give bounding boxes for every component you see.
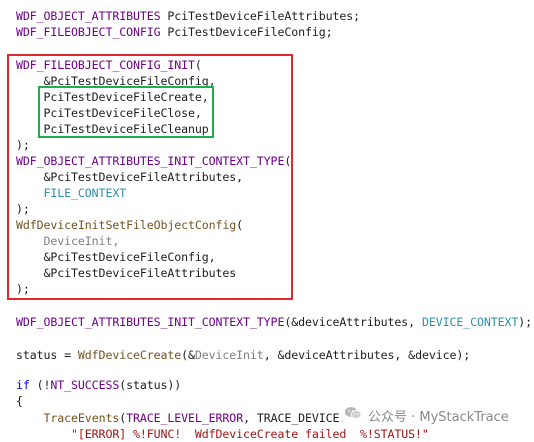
code-token: (status))	[119, 378, 182, 392]
wechat-icon	[344, 406, 362, 424]
code-token: (!	[29, 378, 51, 392]
highlight-box-inner	[38, 86, 214, 138]
type-token: DEVICE_CONTEXT	[421, 315, 519, 329]
code-line-20: if (!NT_SUCCESS(status))	[16, 377, 181, 393]
code-line-21: {	[16, 394, 23, 408]
macro-token: NT_SUCCESS	[50, 378, 120, 392]
parameter-token: DeviceInit	[194, 348, 264, 362]
code-token: (&	[181, 348, 195, 362]
function-token: TraceEvents	[43, 411, 120, 425]
code-token: PciTestDeviceFileConfig;	[160, 25, 333, 39]
keyword-token: if	[16, 378, 30, 392]
code-token: );	[518, 315, 533, 329]
code-token: status =	[16, 348, 78, 362]
watermark: 公众号 · MyStackTrace	[340, 405, 513, 425]
code-token: , TRACE_DEVICE,	[243, 411, 347, 425]
watermark-text: 公众号 · MyStackTrace	[368, 409, 509, 425]
code-line-23: "[ERROR] %!FUNC! WdfDeviceCreate failed …	[16, 427, 429, 441]
code-token: (&deviceAttributes,	[284, 315, 422, 329]
code-line-2: WDF_FILEOBJECT_CONFIG PciTestDeviceFileC…	[16, 24, 333, 40]
code-line-18: WDF_OBJECT_ATTRIBUTES_INIT_CONTEXT_TYPE(…	[16, 314, 532, 330]
macro-token: WDF_OBJECT_ATTRIBUTES	[16, 9, 161, 23]
code-token: PciTestDeviceFileAttributes;	[160, 9, 361, 23]
code-line-1: WDF_OBJECT_ATTRIBUTES PciTestDeviceFileA…	[16, 8, 360, 24]
macro-token: TRACE_LEVEL_ERROR	[126, 411, 244, 425]
function-token: WdfDeviceCreate	[77, 348, 182, 362]
code-line-22: TraceEvents(TRACE_LEVEL_ERROR, TRACE_DEV…	[16, 410, 347, 426]
code-line-19: status = WdfDeviceCreate(&DeviceInit, &d…	[16, 347, 470, 363]
macro-token: WDF_FILEOBJECT_CONFIG	[16, 25, 161, 39]
macro-token: WDF_OBJECT_ATTRIBUTES_INIT_CONTEXT_TYPE	[16, 315, 285, 329]
code-token: , &deviceAttributes, &device);	[263, 348, 471, 362]
